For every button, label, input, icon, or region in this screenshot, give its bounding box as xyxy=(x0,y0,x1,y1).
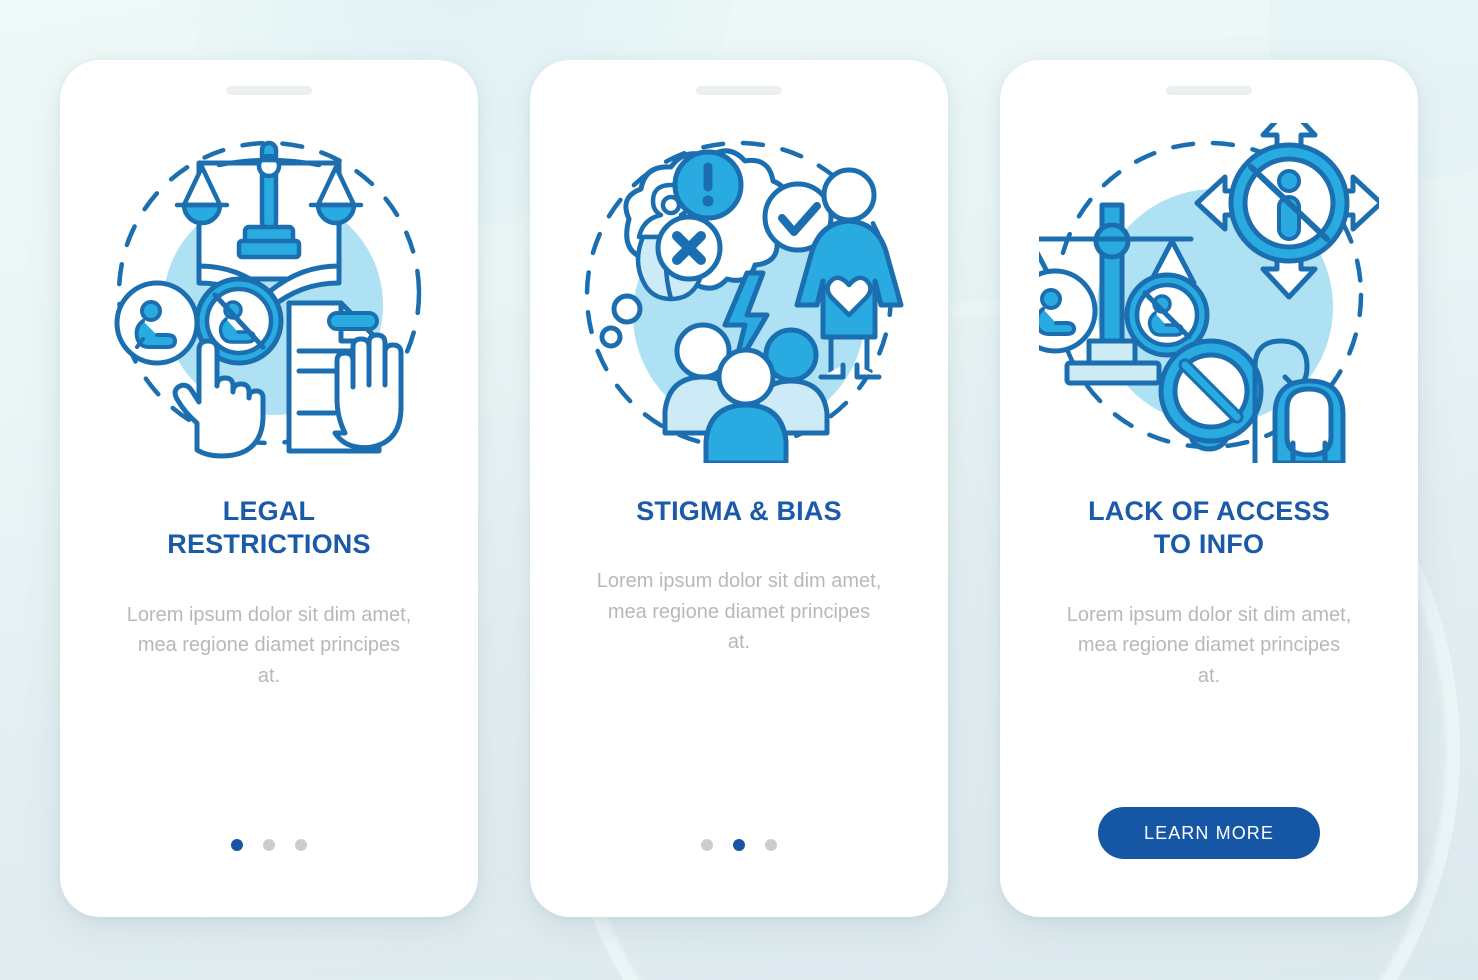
phone-mockup-stigma-bias: STIGMA & BIAS Lorem ipsum dolor sit dim … xyxy=(530,60,948,917)
person-head-icon xyxy=(1272,378,1346,463)
x-cross-icon xyxy=(655,214,723,282)
screen-title-line: LACK OF ACCESS xyxy=(1088,496,1330,526)
phone-speaker-bar xyxy=(226,86,312,95)
screen-title-line: RESTRICTIONS xyxy=(167,529,371,560)
stigma-bias-illustration xyxy=(569,123,909,463)
screen-title: LACK OF ACCESS TO INFO xyxy=(1044,495,1374,562)
phone-mockup-legal-restrictions: LEGAL RESTRICTIONS Lorem ipsum dolor sit… xyxy=(60,60,478,917)
screen-body-text: Lorem ipsum dolor sit dim amet, mea regi… xyxy=(126,603,412,687)
pagination-dot-1[interactable] xyxy=(231,839,243,851)
screen-title-line: LEGAL xyxy=(222,496,316,526)
screen-title-line: TO INFO xyxy=(1153,529,1265,560)
no-information-icon xyxy=(1228,142,1350,264)
screen-title: STIGMA & BIAS xyxy=(574,495,904,528)
stop-hand-icon xyxy=(332,332,404,451)
pagination-dot-3[interactable] xyxy=(765,839,777,851)
phone-speaker-bar xyxy=(696,86,782,95)
screen-title: LEGAL RESTRICTIONS xyxy=(104,495,434,562)
pagination-dot-2[interactable] xyxy=(263,839,275,851)
phone-speaker-bar xyxy=(1166,86,1252,95)
pagination-dot-2[interactable] xyxy=(733,839,745,851)
pagination-dots[interactable] xyxy=(231,839,307,851)
baby-feeding-circle-icon xyxy=(114,280,200,366)
screen-title-line: STIGMA & BIAS xyxy=(636,496,842,526)
screen-body-text: Lorem ipsum dolor sit dim amet, mea regi… xyxy=(1066,603,1352,687)
pagination-dot-3[interactable] xyxy=(295,839,307,851)
pagination-dots[interactable] xyxy=(701,839,777,851)
lack-of-access-illustration xyxy=(1039,123,1379,463)
phone-mockup-lack-of-access: LACK OF ACCESS TO INFO Lorem ipsum dolor… xyxy=(1000,60,1418,917)
legal-restrictions-illustration xyxy=(99,123,439,463)
learn-more-button[interactable]: LEARN MORE xyxy=(1098,807,1320,859)
exclamation-mark-icon xyxy=(672,149,744,221)
prohibition-sign-icon xyxy=(1158,338,1264,452)
onboarding-screens-stage: LEGAL RESTRICTIONS Lorem ipsum dolor sit… xyxy=(0,0,1478,980)
phone-mockup-row: LEGAL RESTRICTIONS Lorem ipsum dolor sit… xyxy=(0,0,1478,980)
screen-body-text: Lorem ipsum dolor sit dim amet, mea regi… xyxy=(596,570,882,654)
pagination-dot-1[interactable] xyxy=(701,839,713,851)
